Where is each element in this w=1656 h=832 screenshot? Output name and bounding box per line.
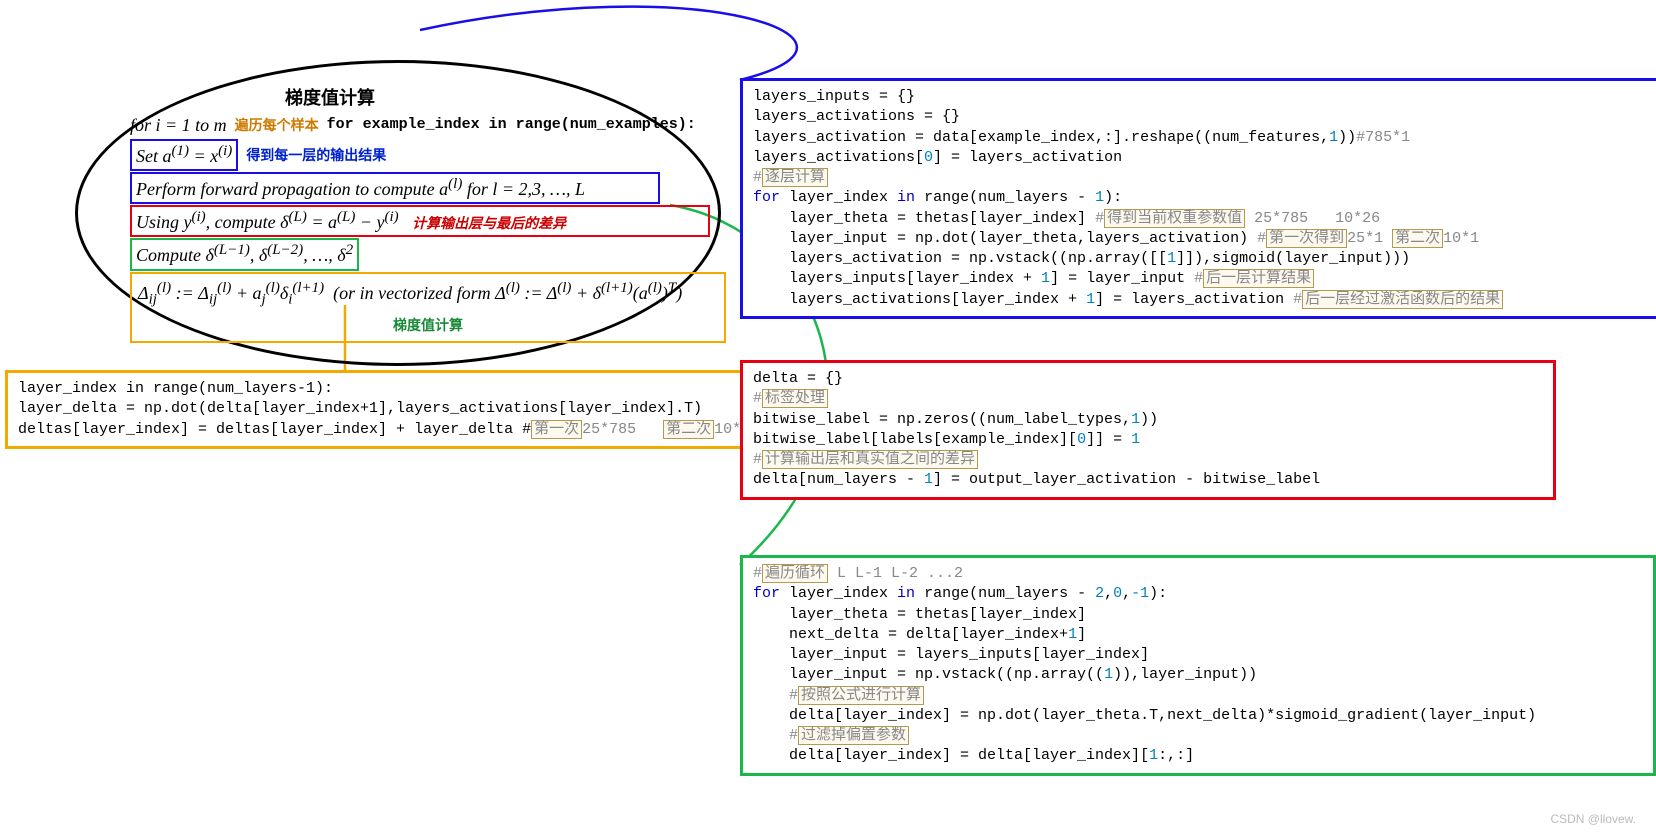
blue-l3: layers_activation = data[example_index,:… <box>753 129 1410 146</box>
forward-prop-code: layers_inputs = {} layers_activations = … <box>740 78 1656 319</box>
blue-l5: #逐层计算 <box>753 168 828 187</box>
watermark: CSDN @llovew. <box>1550 812 1636 826</box>
backprop-loop-code: #遍历循环 L L-1 L-2 ...2 for layer_index in … <box>740 555 1656 776</box>
oval-title: 梯度值计算 <box>130 85 530 111</box>
blue-l9: layers_activation = np.vstack((np.array(… <box>753 250 1410 267</box>
green-l1: #遍历循环 L L-1 L-2 ...2 <box>753 564 963 583</box>
ann-gradient-calc: 梯度值计算 <box>393 317 463 333</box>
pseudocode-oval: 梯度值计算 for i = 1 to m 遍历每个样本 for example_… <box>75 60 715 360</box>
compute-delta-L: Using y(i), compute δ(L) = a(L) − y(i) 计… <box>130 205 710 237</box>
blue-l1: layers_inputs = {} <box>753 88 915 105</box>
code-for-examples: for example_index in range(num_examples)… <box>327 114 696 136</box>
red-l3: bitwise_label = np.zeros((num_label_type… <box>753 411 1158 428</box>
orange-l3: deltas[layer_index] = deltas[layer_index… <box>18 420 759 439</box>
blue-l6: for layer_index in range(num_layers - 1)… <box>753 189 1122 206</box>
green-l10: delta[layer_index] = delta[layer_index][… <box>753 747 1194 764</box>
forward-prop-line: Perform forward propagation to compute a… <box>130 172 660 204</box>
ann-each-layer-output: 得到每一层的输出结果 <box>246 145 386 165</box>
orange-l1: layer_index in range(num_layers-1): <box>18 380 333 397</box>
pseudocode-loop: for i = 1 to m <box>130 112 227 138</box>
green-l4: next_delta = delta[layer_index+1] <box>753 626 1086 643</box>
red-l4: bitwise_label[labels[example_index][0]] … <box>753 431 1140 448</box>
green-l5: layer_input = layers_inputs[layer_index] <box>753 646 1149 663</box>
red-l5: #计算输出层和真实值之间的差异 <box>753 450 978 469</box>
green-l2: for layer_index in range(num_layers - 2,… <box>753 585 1167 602</box>
blue-l10: layers_inputs[layer_index + 1] = layer_i… <box>753 269 1314 288</box>
delta-update-formula: Δij(l) := Δij(l) + aj(l)δi(l+1) (or in v… <box>138 278 718 311</box>
red-l1: delta = {} <box>753 370 843 387</box>
red-l2: #标签处理 <box>753 389 828 408</box>
set-a1: Set a(1) = x(i) <box>130 139 238 171</box>
green-l3: layer_theta = thetas[layer_index] <box>753 606 1086 623</box>
green-l9: #过滤掉偏置参数 <box>753 726 909 745</box>
ann-iterate: 遍历每个样本 <box>235 115 319 135</box>
orange-l2: layer_delta = np.dot(delta[layer_index+1… <box>18 400 702 417</box>
green-l8: delta[layer_index] = np.dot(layer_theta.… <box>753 707 1536 724</box>
compute-delta-chain: Compute δ(L−1), δ(L−2), …, δ2 <box>130 238 359 270</box>
green-l6: layer_input = np.vstack((np.array((1)),l… <box>753 666 1257 683</box>
green-l7: #按照公式进行计算 <box>753 686 924 705</box>
blue-l8: layer_input = np.dot(layer_theta,layers_… <box>753 229 1479 248</box>
red-l6: delta[num_layers - 1] = output_layer_act… <box>753 471 1320 488</box>
output-delta-code: delta = {} #标签处理 bitwise_label = np.zero… <box>740 360 1556 500</box>
blue-l7: layer_theta = thetas[layer_index] #得到当前权… <box>753 209 1380 228</box>
blue-l11: layers_activations[layer_index + 1] = la… <box>753 290 1503 309</box>
blue-l4: layers_activations[0] = layers_activatio… <box>753 149 1122 166</box>
gradient-accum-code: layer_index in range(num_layers-1): laye… <box>5 370 756 449</box>
blue-l2: layers_activations = {} <box>753 108 960 125</box>
